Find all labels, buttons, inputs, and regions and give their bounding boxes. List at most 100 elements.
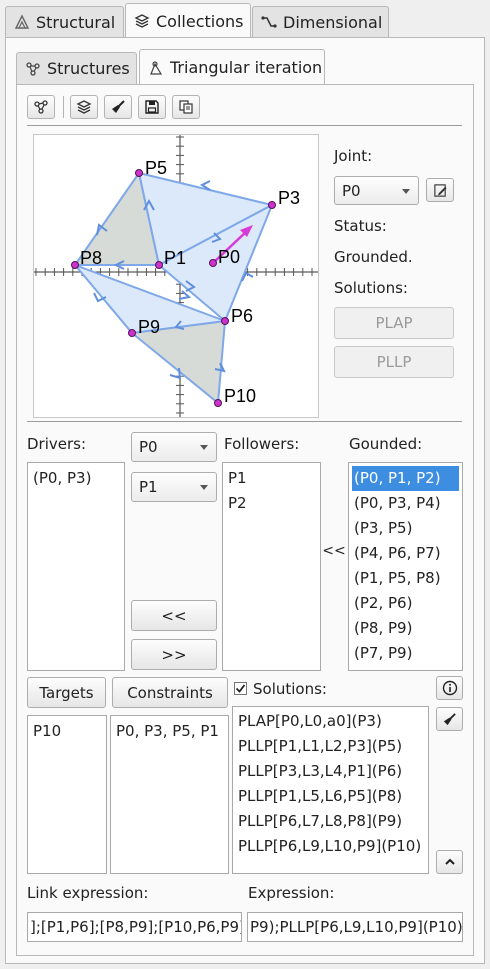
- check-icon: [235, 684, 246, 693]
- joint-select-value: P0: [342, 181, 361, 200]
- solutions-list[interactable]: PLAP[P0,L0,a0](P3) PLLP[P1,L1,L2,P3](P5)…: [232, 706, 429, 874]
- followers-list[interactable]: P1 P2: [222, 462, 321, 671]
- grounded-label: Gounded:: [349, 435, 423, 453]
- driver-base-select[interactable]: P0: [131, 432, 217, 462]
- list-item[interactable]: (P0, P1, P2): [352, 466, 459, 491]
- list-item[interactable]: PLLP[P6,L9,L10,P9](P10): [236, 834, 425, 859]
- grounded-list[interactable]: (P0, P1, P2) (P0, P3, P4) (P3, P5) (P4, …: [348, 462, 463, 671]
- list-item[interactable]: P0, P3, P5, P1: [114, 719, 225, 744]
- list-item[interactable]: (P1, P5, P8): [352, 566, 459, 591]
- label-p9: P9: [138, 317, 160, 337]
- joint-p3[interactable]: [268, 201, 276, 209]
- graph-button[interactable]: [27, 95, 55, 119]
- chevron-down-icon: [200, 445, 208, 450]
- clear-solutions-button[interactable]: [436, 707, 463, 731]
- joint-p10[interactable]: [214, 399, 222, 407]
- list-item[interactable]: (P0, P3, P4): [352, 491, 459, 516]
- tab-dimensional[interactable]: Dimensional: [252, 6, 389, 37]
- list-item[interactable]: P10: [31, 719, 103, 744]
- chevron-down-icon: [402, 188, 410, 194]
- expression-field[interactable]: P9);PLLP[P6,L9,L10,P9](P10): [247, 912, 463, 942]
- list-item[interactable]: PLLP[P3,L3,L4,P1](P6): [236, 759, 425, 784]
- info-button[interactable]: [436, 676, 463, 700]
- move-up-button[interactable]: [436, 850, 463, 874]
- info-icon: [442, 680, 457, 696]
- layers-icon: [76, 100, 92, 114]
- edit-icon: [433, 183, 447, 197]
- targets-button[interactable]: Targets: [27, 677, 106, 708]
- save-button[interactable]: [138, 95, 166, 119]
- expression-value: P9);PLLP[P6,L9,L10,P9](P10): [250, 918, 463, 936]
- list-item[interactable]: P2: [226, 491, 317, 516]
- targets-list[interactable]: P10: [27, 715, 107, 874]
- list-item[interactable]: (P7, P9): [352, 641, 459, 666]
- diagram-canvas[interactable]: P0 P1 P3 P5 P6 P8 P9 P10: [33, 134, 319, 418]
- label-p8: P8: [80, 248, 102, 268]
- tab-triangular-iteration[interactable]: Triangular iteration: [139, 49, 325, 85]
- tab-structures[interactable]: Structures: [16, 52, 137, 84]
- solutions-checkbox[interactable]: [234, 682, 247, 695]
- solutions-side-label: Solutions:: [334, 279, 408, 297]
- list-item[interactable]: (P2, P6): [352, 591, 459, 616]
- list-item[interactable]: PLAP[P0,L0,a0](P3): [236, 709, 425, 734]
- label-p1: P1: [164, 248, 186, 268]
- link-expression-label: Link expression:: [27, 884, 149, 902]
- list-item[interactable]: (P4, P6, P7): [352, 541, 459, 566]
- label-p10: P10: [224, 386, 256, 406]
- label-p6: P6: [231, 306, 253, 326]
- collections-icon: [134, 14, 150, 28]
- list-item[interactable]: PLLP[P1,L5,L6,P5](P8): [236, 784, 425, 809]
- joint-p9[interactable]: [128, 329, 136, 337]
- constraints-button[interactable]: Constraints: [112, 677, 228, 708]
- joint-p5[interactable]: [135, 169, 143, 177]
- tab-structural[interactable]: Structural: [5, 6, 124, 37]
- save-icon: [145, 100, 159, 114]
- chevron-down-icon: [200, 485, 208, 490]
- list-item[interactable]: PLLP[P1,L1,L2,P3](P5): [236, 734, 425, 759]
- ground-arrow-button[interactable]: <<: [322, 541, 345, 561]
- joint-p6[interactable]: [221, 317, 229, 325]
- status-value: Grounded.: [334, 248, 413, 266]
- copy-icon: [179, 100, 193, 114]
- linkage-diagram: P0 P1 P3 P5 P6 P8 P9 P10: [34, 135, 318, 417]
- structural-icon: [14, 14, 30, 29]
- label-p3: P3: [278, 188, 300, 208]
- joint-p0[interactable]: [209, 259, 217, 267]
- driver-target-select-value: P1: [139, 478, 158, 496]
- remove-follower-button[interactable]: >>: [131, 639, 217, 670]
- drivers-label: Drivers:: [27, 435, 87, 453]
- tab-collections[interactable]: Collections: [125, 3, 251, 38]
- list-item[interactable]: PLLP[P6,L7,L8,P8](P9): [236, 809, 425, 834]
- add-follower-button[interactable]: <<: [131, 600, 217, 631]
- joint-p8[interactable]: [71, 261, 79, 269]
- status-label: Status:: [334, 217, 387, 235]
- toolbar-rule: [27, 125, 462, 126]
- edit-joint-button[interactable]: [426, 178, 454, 202]
- drivers-list[interactable]: (P0, P3): [27, 462, 125, 671]
- label-p5: P5: [145, 158, 167, 178]
- solutions-label: Solutions:: [253, 680, 327, 698]
- dimensional-icon: [261, 16, 277, 28]
- tab-dimensional-label: Dimensional: [283, 12, 383, 32]
- graph-icon: [34, 100, 48, 114]
- expression-label: Expression:: [248, 884, 335, 902]
- canvas-rule: [27, 421, 462, 422]
- link-expression-field[interactable]: ];[P1,P6];[P8,P9];[P10,P6,P9]: [27, 912, 242, 942]
- plap-button[interactable]: PLAP: [334, 307, 454, 339]
- list-item[interactable]: (P3, P5): [352, 516, 459, 541]
- broom-icon: [112, 100, 125, 113]
- driver-target-select[interactable]: P1: [131, 472, 217, 502]
- chevron-up-icon: [444, 858, 455, 865]
- list-item[interactable]: (P8, P9): [352, 616, 459, 641]
- copy-button[interactable]: [172, 95, 200, 119]
- list-item[interactable]: (P0, P3): [31, 466, 121, 491]
- constraints-list[interactable]: P0, P3, P5, P1: [110, 715, 229, 874]
- clear-button[interactable]: [104, 95, 132, 119]
- pllp-button[interactable]: PLLP: [334, 346, 454, 378]
- structures-icon: [26, 61, 40, 76]
- followers-label: Followers:: [224, 435, 300, 453]
- joint-select[interactable]: P0: [334, 176, 419, 205]
- joint-p1[interactable]: [155, 261, 163, 269]
- list-item[interactable]: P1: [226, 466, 317, 491]
- layers-button[interactable]: [70, 95, 98, 119]
